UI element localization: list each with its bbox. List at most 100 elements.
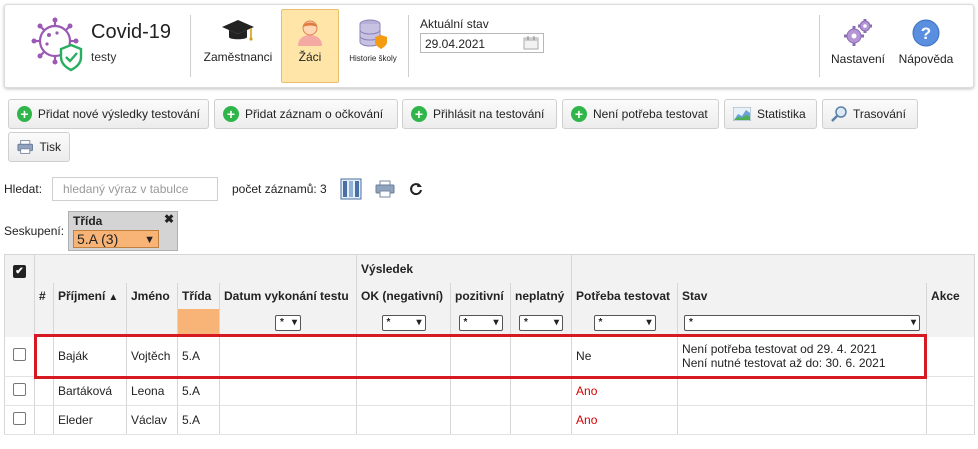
app-title: Covid-19 (91, 21, 172, 43)
cell-class: 5.A (177, 376, 220, 406)
status-line: Není nutné testovat až do: 30. 6. 2021 (682, 356, 886, 371)
filter-ok-negative[interactable]: * ▾ (381, 314, 426, 331)
col-invalid[interactable]: neplatný (510, 282, 573, 309)
col-surname-label: Příjmení (58, 288, 106, 303)
col-index[interactable]: # (34, 282, 54, 309)
cell-surname: Bartáková (53, 376, 127, 406)
add-results-button[interactable]: + Přidat nové výsledky testování (8, 99, 209, 129)
chevron-down-icon: ▼ (144, 234, 155, 246)
cell-surname: Eleder (53, 405, 127, 435)
nav-school-history-label: Historie školy (349, 54, 397, 63)
settings-button[interactable]: Nastavení (827, 9, 889, 83)
nav-pupils[interactable]: Žáci (281, 9, 339, 83)
grouping-value: 5.A (3) (77, 231, 119, 247)
cell-test-date (218, 405, 358, 435)
cell-invalid (510, 405, 573, 435)
no-testing-needed-label: Není potřeba testovat (593, 107, 708, 121)
cell-invalid (510, 376, 573, 406)
add-vaccination-button[interactable]: + Přidat záznam o očkování (214, 99, 398, 129)
filter-positive-value: * (463, 316, 468, 328)
cell-ok-negative (356, 405, 452, 435)
col-surname[interactable]: Příjmení ▲ (53, 282, 127, 309)
app-subtitle: testy (91, 50, 117, 64)
print-button[interactable]: Tisk (8, 132, 70, 162)
svg-text:?: ? (921, 24, 931, 43)
nav-employees[interactable]: Zaměstnanci (201, 9, 275, 83)
plus-circle-icon: + (17, 106, 32, 122)
col-status[interactable]: Stav (677, 282, 928, 309)
col-positive[interactable]: pozitivní (450, 282, 512, 309)
row-checkbox[interactable] (13, 348, 26, 362)
row-select-cell (4, 405, 35, 435)
cell-name: Václav (126, 405, 178, 435)
refresh-icon[interactable] (409, 182, 423, 196)
row-checkbox[interactable] (13, 412, 26, 425)
col-testing-needed[interactable]: Potřeba testovat (571, 282, 679, 309)
column-chooser-icon[interactable] (340, 178, 362, 200)
cell-actions (926, 336, 976, 377)
cell-testing-needed: Ne (571, 336, 679, 377)
row-index (34, 376, 54, 406)
cell-test-date (218, 376, 358, 406)
filter-status-cell: * ▾ (677, 308, 928, 337)
gears-icon (844, 19, 872, 46)
tracing-button[interactable]: Trasování (822, 99, 918, 129)
filter-empty (53, 308, 127, 337)
cell-positive (450, 405, 512, 435)
printer-icon (17, 140, 33, 154)
register-testing-button[interactable]: + Přihlásit na testování (402, 99, 557, 129)
settings-label: Nastavení (830, 52, 886, 66)
filter-status[interactable]: * ▾ (684, 314, 921, 331)
cell-surname: Baják (53, 336, 127, 377)
cell-name: Vojtěch (126, 336, 178, 377)
select-all-checkbox[interactable]: ✔ (13, 265, 26, 278)
grouping-label: Seskupení: (4, 224, 65, 238)
printer-icon[interactable] (375, 180, 395, 198)
col-test-date[interactable]: Datum vykonání testu (218, 282, 358, 309)
filter-test-date[interactable]: * ▾ (275, 314, 301, 331)
cell-name: Leona (126, 376, 178, 406)
cell-class: 5.A (177, 336, 220, 377)
no-testing-needed-button[interactable]: + Není potřeba testovat (562, 99, 719, 129)
filter-testing-needed[interactable]: * ▾ (593, 314, 656, 331)
nav-employees-label: Zaměstnanci (203, 50, 273, 64)
search-input[interactable] (52, 177, 218, 201)
help-button[interactable]: ? Nápověda (895, 9, 957, 83)
filter-ok-cell: * ▾ (356, 308, 452, 337)
class-filter-highlight (177, 308, 220, 337)
nav-school-history[interactable]: Historie školy (343, 9, 403, 83)
database-shield-icon (359, 19, 387, 49)
row-checkbox[interactable] (13, 383, 26, 396)
calendar-icon[interactable] (523, 36, 539, 50)
filter-invalid[interactable]: * ▾ (519, 314, 564, 331)
filter-positive-cell: * ▾ (450, 308, 512, 337)
record-count: počet záznamů: 3 (232, 182, 327, 196)
filter-empty (926, 308, 976, 337)
divider (190, 15, 191, 77)
filter-empty (34, 308, 54, 337)
table-row[interactable]: Eleder Václav 5.A Ano (4, 405, 976, 435)
filter-positive[interactable]: * ▾ (458, 314, 503, 331)
cell-actions (926, 405, 976, 435)
grouping-select[interactable]: 5.A (3) ▼ (73, 230, 159, 248)
filter-need-cell: * ▾ (571, 308, 679, 337)
cell-actions (926, 376, 976, 406)
plus-circle-icon: + (571, 106, 587, 122)
col-name[interactable]: Jméno (126, 282, 178, 309)
add-vaccination-label: Přidat záznam o očkování (245, 107, 384, 121)
table-row[interactable]: Bartáková Leona 5.A Ano (4, 376, 976, 406)
filter-ok-negative-value: * (386, 316, 391, 328)
col-ok-negative[interactable]: OK (negativní) (356, 282, 452, 309)
state-date-field[interactable]: 29.04.2021 (420, 33, 544, 53)
statistics-button[interactable]: Statistika (724, 99, 817, 129)
filter-empty (126, 308, 178, 337)
close-icon[interactable]: ✖ (164, 212, 174, 226)
col-class[interactable]: Třída (177, 282, 220, 309)
plus-circle-icon: + (223, 106, 239, 122)
cell-testing-needed: Ano (571, 405, 679, 435)
cell-status (677, 405, 928, 435)
table-row[interactable]: Baják Vojtěch 5.A Ne Není potřeba testov… (4, 336, 976, 377)
row-select-cell (4, 376, 35, 406)
row-index (34, 405, 54, 435)
cell-positive (450, 376, 512, 406)
